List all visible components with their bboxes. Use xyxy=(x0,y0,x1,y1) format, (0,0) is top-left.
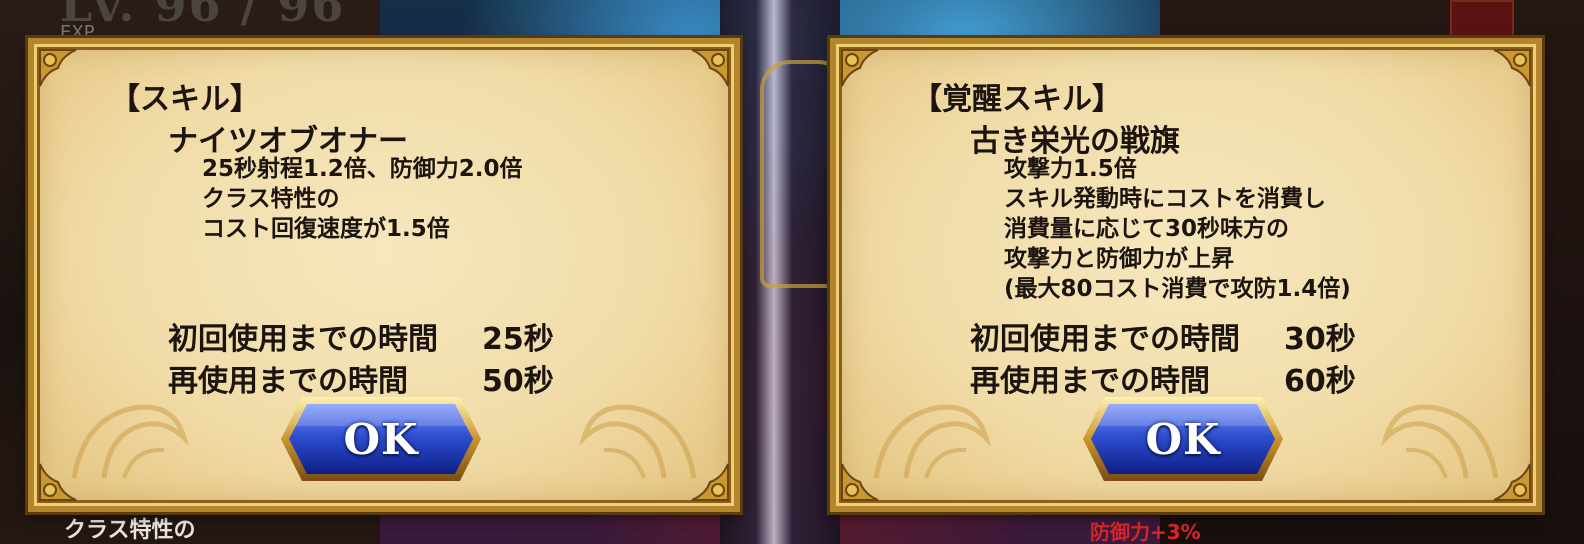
reuse-value: 60秒 xyxy=(1284,364,1356,399)
dialog-heading: 【覚醒スキル】 xyxy=(912,82,1122,117)
awakened-skill-dialog: 【覚醒スキル】 古き栄光の戦旗 攻撃力1.5倍 スキル発動時にコストを消費し 消… xyxy=(830,38,1542,512)
ok-button[interactable]: OK xyxy=(278,394,484,484)
first-use-value: 30秒 xyxy=(1284,322,1356,357)
first-use-label: 初回使用までの時間 xyxy=(970,322,1240,357)
skill-description-line: 攻撃力1.5倍 xyxy=(1004,156,1137,182)
skill-dialog: 【スキル】 ナイツオブオナー 25秒射程1.2倍、防御力2.0倍 クラス特性の … xyxy=(28,38,740,512)
skill-description-line: クラス特性の xyxy=(202,186,340,212)
defense-bonus-text: 防御力+3% xyxy=(1090,520,1201,544)
skill-description-line: 消費量に応じて30秒味方の xyxy=(1004,216,1290,242)
first-use-label: 初回使用までの時間 xyxy=(168,322,438,357)
corner-ornament-icon xyxy=(1480,46,1534,100)
skill-description-line: 攻撃力と防御力が上昇 xyxy=(1004,246,1234,272)
ok-button-label: OK xyxy=(1145,414,1221,464)
flourish-ornament-icon xyxy=(1356,378,1506,488)
flourish-ornament-icon xyxy=(554,378,704,488)
skill-description-line: (最大80コスト消費で攻防1.4倍) xyxy=(1004,276,1351,302)
first-use-value: 25秒 xyxy=(482,322,554,357)
corner-ornament-icon xyxy=(678,46,732,100)
skill-description-line: 25秒射程1.2倍、防御力2.0倍 xyxy=(202,156,523,182)
ok-button-label: OK xyxy=(343,414,419,464)
skill-description-line: コスト回復速度が1.5倍 xyxy=(202,216,450,242)
dialog-heading: 【スキル】 xyxy=(110,82,260,117)
ok-button[interactable]: OK xyxy=(1080,394,1286,484)
level-readout: Lv. 96 / 96 xyxy=(60,0,346,32)
corner-ornament-icon xyxy=(838,46,892,100)
reuse-value: 50秒 xyxy=(482,364,554,399)
skill-description-line: スキル発動時にコストを消費し xyxy=(1004,186,1326,212)
corner-ornament-icon xyxy=(36,46,90,100)
class-trait-text: クラス特性の xyxy=(64,518,196,543)
